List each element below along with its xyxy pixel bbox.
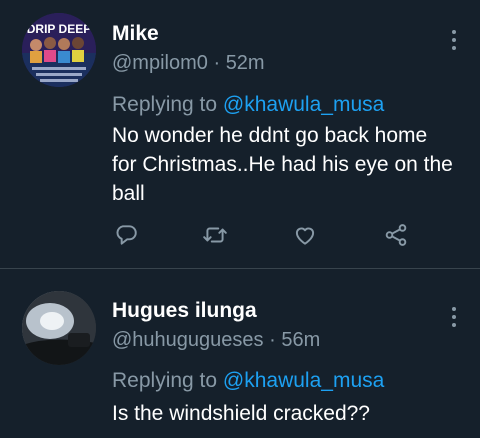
user-handle[interactable]: @huhugugueses — [112, 329, 264, 351]
user-handle[interactable]: @mpilom0 — [112, 52, 208, 74]
replying-to: Replying to @khawula_musa — [112, 369, 384, 393]
replying-to: Replying to @khawula_musa — [112, 93, 384, 117]
avatar-image: DRIP DEEP — [22, 13, 96, 87]
like-icon[interactable] — [292, 222, 322, 252]
tweet-meta: @huhugugueses · 56m — [112, 329, 320, 352]
avatar[interactable]: DRIP DEEP — [22, 13, 96, 87]
reply-icon[interactable] — [113, 222, 143, 252]
tweet-actions — [0, 222, 480, 252]
meta-separator: · — [213, 52, 221, 74]
tweet-meta: @mpilom0 · 52m — [112, 52, 265, 75]
tweet[interactable]: DRIP DEEP Mike @mpilom0 · 52m Replying t… — [0, 0, 480, 268]
more-icon[interactable] — [452, 307, 456, 331]
timestamp[interactable]: 56m — [281, 329, 320, 351]
mention-link[interactable]: @khawula_musa — [223, 93, 384, 116]
replying-prefix: Replying to — [112, 369, 218, 392]
mention-link[interactable]: @khawula_musa — [223, 369, 384, 392]
display-name[interactable]: Mike — [112, 22, 159, 46]
tweet[interactable]: Hugues ilunga @huhugugueses · 56m Replyi… — [0, 269, 480, 438]
replying-prefix: Replying to — [112, 93, 218, 116]
share-icon[interactable] — [383, 222, 413, 252]
avatar-logo-text: DRIP DEEP — [27, 22, 91, 36]
retweet-icon[interactable] — [202, 222, 232, 252]
timestamp[interactable]: 52m — [226, 52, 265, 74]
more-icon[interactable] — [452, 30, 456, 54]
meta-separator: · — [269, 329, 276, 351]
tweet-text: Is the windshield cracked?? — [112, 402, 370, 425]
tweet-text: No wonder he ddnt go back home for Chris… — [112, 124, 453, 205]
avatar[interactable] — [22, 291, 96, 365]
avatar-image — [22, 291, 96, 365]
display-name[interactable]: Hugues ilunga — [112, 299, 257, 323]
